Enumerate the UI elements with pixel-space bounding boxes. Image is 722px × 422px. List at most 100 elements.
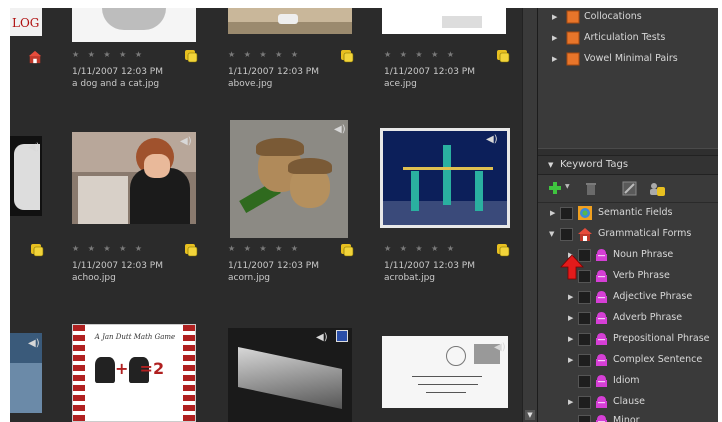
tag-label: Grammatical Forms xyxy=(598,228,692,239)
thumbnail-achoo[interactable] xyxy=(72,132,196,224)
expand-triangle-icon[interactable]: ▶ xyxy=(568,351,573,369)
panel-divider[interactable] xyxy=(538,148,718,155)
tag-item-adverb-phrase[interactable]: ▶ Adverb Phrase xyxy=(538,309,718,327)
thumbnail-typewriter[interactable] xyxy=(228,328,352,422)
rating-stars[interactable]: ★ ★ ★ ★ ★ xyxy=(228,50,301,59)
tag-checkbox[interactable] xyxy=(560,207,573,220)
people-tag-icon xyxy=(31,244,44,257)
people-tag-icon xyxy=(497,50,510,63)
audio-speaker-icon: ◀) xyxy=(316,332,328,343)
album-folder-icon xyxy=(566,31,580,45)
tag-checkbox[interactable] xyxy=(578,312,591,325)
keyword-tags-title: Keyword Tags xyxy=(560,159,629,170)
people-tag-icon xyxy=(185,50,198,63)
people-tag-icon xyxy=(341,50,354,63)
thumbnail-meta: 1/11/2007 12:03 PM achoo.jpg xyxy=(72,260,202,284)
thumbnail-partial-logo[interactable]: LOG xyxy=(10,8,42,36)
scroll-down-arrow-icon[interactable]: ▼ xyxy=(525,410,535,420)
tag-checkbox[interactable] xyxy=(578,396,591,409)
tag-label: Prepositional Phrase xyxy=(613,333,710,344)
file-date: 1/11/2007 12:03 PM xyxy=(384,261,475,271)
album-item-vowel-minimal-pairs[interactable]: ▶ Vowel Minimal Pairs xyxy=(538,50,718,68)
organizer-window: LOG ◀) ◀) ★ ★ ★ ★ ★ 1/11/2007 12:03 PM a… xyxy=(10,8,718,422)
thumbnail-ace[interactable] xyxy=(382,8,506,34)
thumbnail-envelope[interactable] xyxy=(382,336,508,408)
file-date: 1/11/2007 12:03 PM xyxy=(384,67,475,77)
tag-checkbox[interactable] xyxy=(578,291,591,304)
thumbnail-grid[interactable]: LOG ◀) ◀) ★ ★ ★ ★ ★ 1/11/2007 12:03 PM a… xyxy=(10,8,522,422)
rating-stars[interactable]: ★ ★ ★ ★ ★ xyxy=(72,244,145,253)
thumbnail-acorn[interactable] xyxy=(230,120,348,238)
audio-speaker-icon: ◀) xyxy=(180,136,192,147)
album-label: Collocations xyxy=(584,11,642,22)
thumbnail-meta: 1/11/2007 12:03 PM a dog and a cat.jpg xyxy=(72,66,202,90)
file-name: acorn.jpg xyxy=(228,273,271,283)
audio-speaker-icon: ◀) xyxy=(486,134,498,145)
tag-label: Adverb Phrase xyxy=(613,312,683,323)
thumbnail-meta: 1/11/2007 12:03 PM acorn.jpg xyxy=(228,260,358,284)
tag-checkbox[interactable] xyxy=(578,415,591,422)
add-tag-dropdown-icon[interactable]: ▼ xyxy=(565,183,570,190)
tag-checkbox[interactable] xyxy=(578,375,591,388)
delete-trash-icon[interactable] xyxy=(584,181,598,196)
rating-stars[interactable]: ★ ★ ★ ★ ★ xyxy=(384,244,457,253)
thumbnail-meta: 1/11/2007 12:03 PM above.jpg xyxy=(228,66,358,90)
grid-vertical-scrollbar[interactable]: ▼ xyxy=(522,8,537,422)
people-tag-icon xyxy=(497,244,510,257)
tag-item-adjective-phrase[interactable]: ▶ Adjective Phrase xyxy=(538,288,718,306)
expand-triangle-icon[interactable]: ▶ xyxy=(552,8,557,26)
file-name: acrobat.jpg xyxy=(384,273,436,283)
file-name: ace.jpg xyxy=(384,79,417,89)
tag-label: Idiom xyxy=(613,375,640,386)
logo-text: LOG xyxy=(12,16,40,30)
expand-triangle-icon[interactable]: ▶ xyxy=(550,204,555,222)
expand-triangle-icon[interactable]: ▶ xyxy=(568,309,573,327)
expand-triangle-icon[interactable]: ▶ xyxy=(568,330,573,348)
tag-item-semantic-fields[interactable]: ▶ Semantic Fields xyxy=(538,204,718,222)
thumbnail-meta: 1/11/2007 12:03 PM ace.jpg xyxy=(384,66,514,90)
tag-item-idiom[interactable]: Idiom xyxy=(538,372,718,390)
tag-item-prepositional-phrase[interactable]: ▶ Prepositional Phrase xyxy=(538,330,718,348)
tag-checkbox[interactable] xyxy=(560,228,573,241)
tag-item-grammatical-forms[interactable]: ▼ Grammatical Forms xyxy=(538,225,718,243)
people-tag-icon xyxy=(341,244,354,257)
rating-stars[interactable]: ★ ★ ★ ★ ★ xyxy=(384,50,457,59)
expand-triangle-icon[interactable]: ▶ xyxy=(568,288,573,306)
file-name: above.jpg xyxy=(228,79,273,89)
people-find-icon[interactable] xyxy=(648,181,666,197)
tag-item-minor[interactable]: Minor xyxy=(538,412,718,422)
file-name: a dog and a cat.jpg xyxy=(72,79,160,89)
pink-tag-icon xyxy=(596,270,607,282)
file-date: 1/11/2007 12:03 PM xyxy=(72,261,163,271)
video-badge-icon xyxy=(336,330,348,342)
tag-label: Complex Sentence xyxy=(613,354,703,365)
tag-item-complex-sentence[interactable]: ▶ Complex Sentence xyxy=(538,351,718,369)
thumbnail-math-game[interactable]: A Jan Dutt Math Game + =2 xyxy=(72,324,196,422)
audio-speaker-icon: ◀) xyxy=(494,342,506,353)
collapse-triangle-icon[interactable]: ▼ xyxy=(549,225,554,243)
expand-triangle-icon[interactable]: ▶ xyxy=(552,29,557,47)
expand-triangle-icon[interactable]: ▶ xyxy=(552,50,557,68)
thumbnail-above[interactable] xyxy=(228,8,352,34)
tag-label: Minor xyxy=(613,415,640,422)
collapse-triangle-icon[interactable]: ▼ xyxy=(548,156,553,174)
rating-stars[interactable]: ★ ★ ★ ★ ★ xyxy=(72,50,145,59)
pink-tag-icon xyxy=(596,333,607,345)
tag-checkbox[interactable] xyxy=(578,333,591,346)
album-item-articulation-tests[interactable]: ▶ Articulation Tests xyxy=(538,29,718,47)
rating-stars[interactable]: ★ ★ ★ ★ ★ xyxy=(228,244,301,253)
edit-tag-icon[interactable] xyxy=(622,181,638,196)
pink-tag-icon xyxy=(596,375,607,387)
thumbnail-a-dog-and-a-cat[interactable] xyxy=(72,8,196,42)
keyword-tags-header[interactable]: ▼ Keyword Tags xyxy=(538,155,718,175)
album-item-collocations[interactable]: ▶ Collocations xyxy=(538,8,718,26)
tag-checkbox[interactable] xyxy=(578,354,591,367)
file-date: 1/11/2007 12:03 PM xyxy=(228,67,319,77)
tag-label: Adjective Phrase xyxy=(613,291,693,302)
file-name: achoo.jpg xyxy=(72,273,116,283)
expand-triangle-icon[interactable]: ▶ xyxy=(568,393,573,411)
pink-tag-icon xyxy=(596,291,607,303)
pink-tag-icon xyxy=(596,354,607,366)
tag-item-clause[interactable]: ▶ Clause xyxy=(538,393,718,411)
add-tag-plus-icon[interactable] xyxy=(548,181,562,195)
